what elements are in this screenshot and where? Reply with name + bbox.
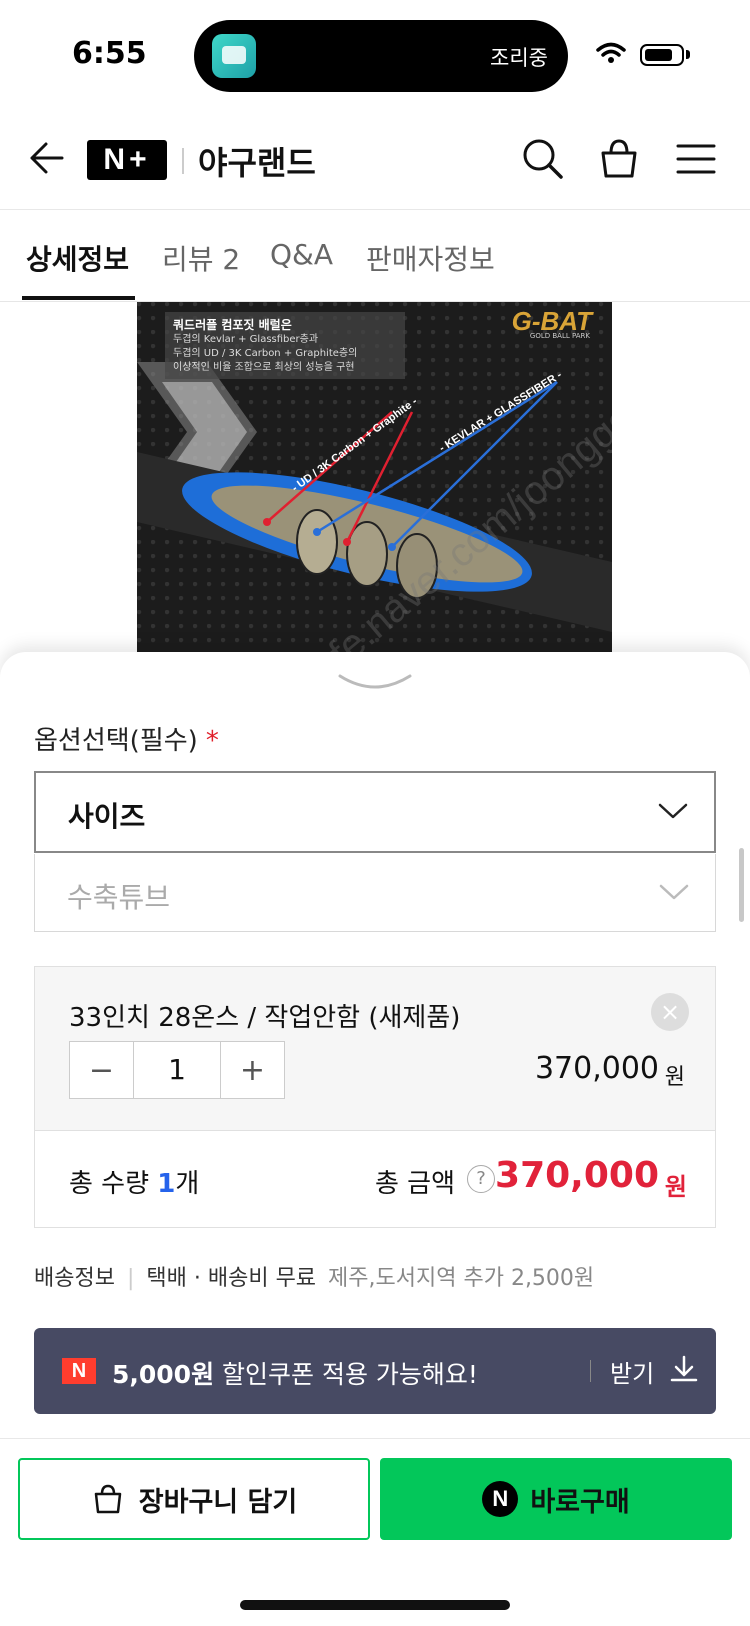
caption-line: 두겹의 Kevlar + Glassfiber층과 <box>173 334 319 345</box>
battery-icon <box>640 44 684 66</box>
option-price-currency: 원 <box>664 1065 685 1090</box>
caption-line: 두겹의 UD / 3K Carbon + Graphite층의 <box>173 348 358 359</box>
product-detail-image: - UD / 3K Carbon + Graphite - - KEVLAR +… <box>137 302 612 662</box>
status-bar: 6:55 조리중 <box>0 0 750 110</box>
quantity-value[interactable]: 1 <box>133 1042 221 1098</box>
layer-label-kevlar: - KEVLAR + GLASSFIBER - <box>437 369 564 455</box>
download-icon[interactable] <box>668 1354 700 1386</box>
shrink-tube-select[interactable]: 수축튜브 <box>34 854 716 932</box>
footer-divider <box>0 1438 750 1439</box>
increase-quantity-button[interactable]: + <box>221 1042 284 1098</box>
home-indicator[interactable] <box>240 1600 510 1610</box>
decrease-quantity-button[interactable]: − <box>70 1042 133 1098</box>
battery-tip <box>686 50 690 59</box>
chevron-down-icon <box>658 803 688 819</box>
coupon-download-button[interactable]: 받기 <box>610 1354 654 1389</box>
shipping-method: 택배 · 배송비 무료 <box>146 1266 317 1291</box>
option-price: 370,000 <box>534 1051 659 1086</box>
add-to-cart-label: 장바구니 담기 <box>138 1486 298 1518</box>
scrollbar[interactable] <box>739 848 744 922</box>
gbat-logo-subtitle: GOLD BALL PARK <box>529 332 590 340</box>
shipping-extra-fee: 제주,도서지역 추가 2,500원 <box>328 1266 595 1291</box>
active-tab-indicator <box>22 296 135 300</box>
product-tabs: 상세정보 리뷰 2 Q&A 판매자정보 <box>0 210 750 302</box>
buy-now-label: 바로구매 <box>530 1486 630 1518</box>
live-activity-app-icon <box>212 34 256 78</box>
total-quantity: 총 수량 1개 <box>69 1163 199 1200</box>
total-amount-currency: 원 <box>664 1173 687 1201</box>
wifi-icon <box>596 42 626 63</box>
coupon-banner[interactable]: N 5,000원 할인쿠폰 적용 가능해요! 받기 <box>34 1328 716 1414</box>
shipping-label: 배송정보 <box>34 1266 115 1291</box>
total-quantity-unit: 개 <box>175 1169 200 1199</box>
remove-option-button[interactable]: × <box>651 993 689 1031</box>
shipping-info: 배송정보 | 택배 · 배송비 무료 제주,도서지역 추가 2,500원 <box>34 1260 594 1292</box>
menu-icon[interactable] <box>674 136 718 182</box>
image-caption: 쿼드러플 컴포짓 배럴은 두겹의 Kevlar + Glassfiber층과 두… <box>165 312 405 379</box>
shopping-bag-icon[interactable] <box>596 136 642 182</box>
total-quantity-label: 총 수량 <box>69 1169 150 1199</box>
caption-line: 이상적인 비율 조합으로 최상의 성능을 구현 <box>173 362 355 373</box>
buy-now-button[interactable]: N 바로구매 <box>380 1458 732 1540</box>
purchase-bottom-sheet: 옵션선택(필수) * 사이즈 수축튜브 33인치 28온스 / 작업안함 (새제품… <box>0 652 750 1626</box>
battery-level <box>645 49 672 61</box>
back-arrow-icon[interactable] <box>26 138 66 178</box>
top-navigation: N+ 야구랜드 <box>0 110 750 210</box>
chevron-down-icon <box>659 884 689 900</box>
add-to-cart-button[interactable]: 장바구니 담기 <box>18 1458 370 1540</box>
tab-seller-info[interactable]: 판매자정보 <box>366 238 495 278</box>
naver-n-badge: N <box>62 1358 96 1384</box>
coupon-amount: 5,000원 <box>112 1360 215 1389</box>
search-icon[interactable] <box>520 136 566 182</box>
option-section-label: 옵션선택(필수) * <box>34 720 219 757</box>
required-mark: * <box>205 726 219 756</box>
naver-pay-n-icon: N <box>482 1481 519 1517</box>
live-activity-text: 조리중 <box>490 46 548 70</box>
total-amount-label: 총 금액 <box>375 1169 456 1199</box>
quantity-stepper: − 1 + <box>69 1041 285 1099</box>
caption-title: 쿼드러플 컴포짓 배럴은 <box>173 318 292 332</box>
coupon-message: 5,000원 할인쿠폰 적용 가능해요! <box>112 1355 478 1391</box>
dynamic-island[interactable]: 조리중 <box>194 20 568 92</box>
total-quantity-value: 1 <box>157 1169 176 1199</box>
option-label-text: 옵션선택(필수) <box>34 726 198 756</box>
shrink-tube-select-label: 수축튜브 <box>67 881 171 914</box>
total-amount: 370,000 <box>495 1155 659 1196</box>
tab-qna[interactable]: Q&A <box>270 238 333 271</box>
store-name[interactable]: 야구랜드 <box>198 138 316 184</box>
help-icon[interactable]: ? <box>467 1165 495 1193</box>
selected-option-name: 33인치 28온스 / 작업안함 (새제품) <box>69 1003 461 1033</box>
shipping-divider: | <box>126 1266 135 1291</box>
tab-detail[interactable]: 상세정보 <box>26 238 129 278</box>
order-total: 총 수량 1개 총 금액 ? 370,000 원 <box>34 1130 716 1228</box>
tab-review[interactable]: 리뷰 2 <box>162 238 240 278</box>
shopping-bag-icon <box>94 1484 122 1514</box>
status-time: 6:55 <box>72 36 147 71</box>
coupon-divider <box>590 1360 591 1382</box>
coupon-text: 할인쿠폰 적용 가능해요! <box>214 1360 478 1389</box>
naver-plus-logo[interactable]: N+ <box>87 140 167 180</box>
sheet-collapse-handle-icon[interactable] <box>336 672 414 692</box>
size-select[interactable]: 사이즈 <box>34 771 716 853</box>
size-select-label: 사이즈 <box>68 800 146 833</box>
header-divider <box>182 148 184 174</box>
